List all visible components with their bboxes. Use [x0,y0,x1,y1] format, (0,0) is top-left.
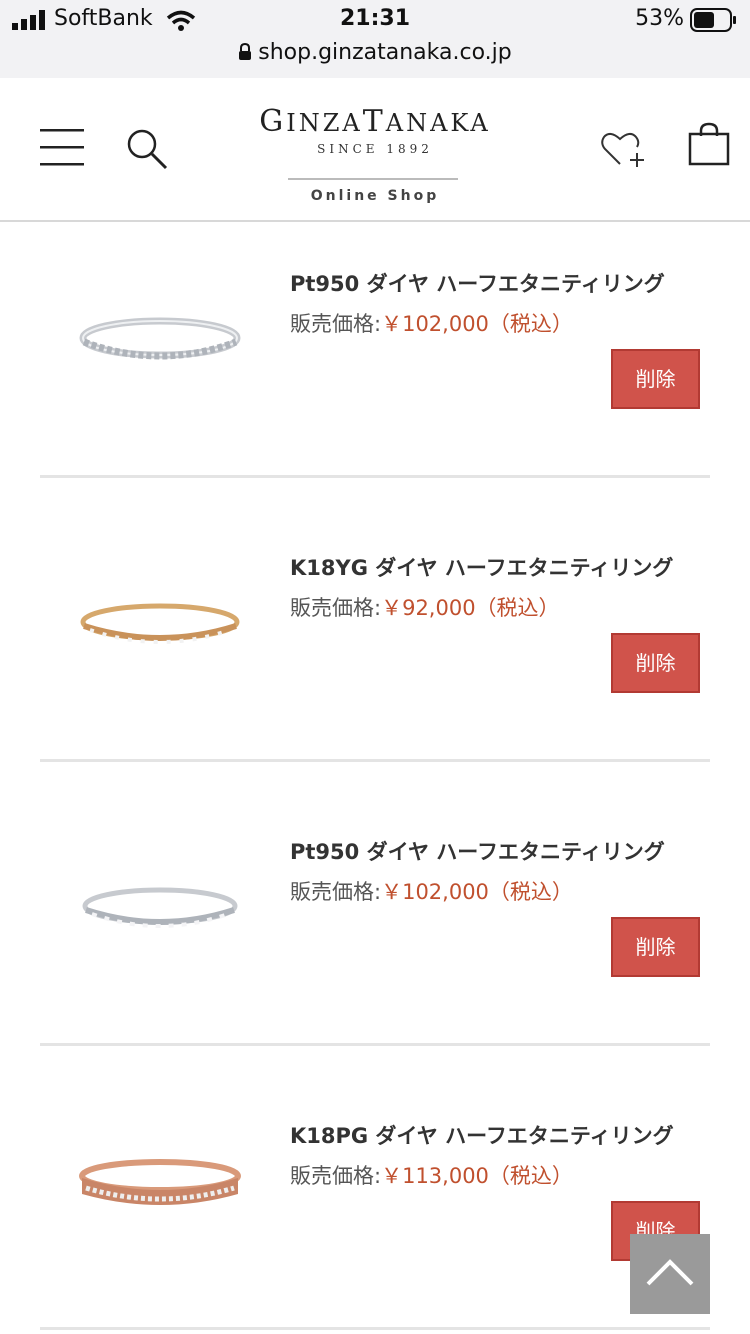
ring-image[interactable] [70,762,250,1046]
product-name[interactable]: Pt950 ダイヤ ハーフエタニティリング [290,836,665,866]
battery-percent: 53% [635,6,684,31]
product-name[interactable]: K18PG ダイヤ ハーフエタニティリング [290,1120,674,1150]
product-price: 販売価格:￥92,000（税込） [290,596,560,620]
favorite-heart-icon[interactable] [600,130,646,170]
cart-bag-icon[interactable] [688,122,730,166]
product-name[interactable]: K18YG ダイヤ ハーフエタニティリング [290,552,673,582]
ring-image[interactable] [70,194,250,478]
battery-icon [690,8,736,32]
list-item: Pt950 ダイヤ ハーフエタニティリング 販売価格:￥102,000（税込） … [40,194,710,478]
lock-icon [239,42,252,60]
status-bar: SoftBank 21:31 53% shop.ginzatanaka.co.j… [0,0,750,78]
product-price: 販売価格:￥102,000（税込） [290,312,573,336]
list-item: K18YG ダイヤ ハーフエタニティリング 販売価格:￥92,000（税込） 削… [40,478,710,762]
delete-button[interactable]: 削除 [611,917,700,977]
ring-image[interactable] [70,1046,250,1330]
list-item: Pt950 ダイヤ ハーフエタニティリング 販売価格:￥102,000（税込） … [40,762,710,1046]
product-name[interactable]: Pt950 ダイヤ ハーフエタニティリング [290,268,665,298]
product-price: 販売価格:￥113,000（税込） [290,1164,573,1188]
ring-image[interactable] [70,478,250,762]
delete-button[interactable]: 削除 [611,633,700,693]
logo-divider [288,178,458,180]
url-text: shop.ginzatanaka.co.jp [258,40,512,65]
product-price: 販売価格:￥102,000（税込） [290,880,573,904]
scroll-to-top-button[interactable] [630,1234,710,1314]
delete-button[interactable]: 削除 [611,349,700,409]
address-bar[interactable]: shop.ginzatanaka.co.jp [0,40,750,65]
chevron-up-icon [646,1259,694,1286]
list-item: K18PG ダイヤ ハーフエタニティリング 販売価格:￥113,000（税込） … [40,1046,710,1330]
